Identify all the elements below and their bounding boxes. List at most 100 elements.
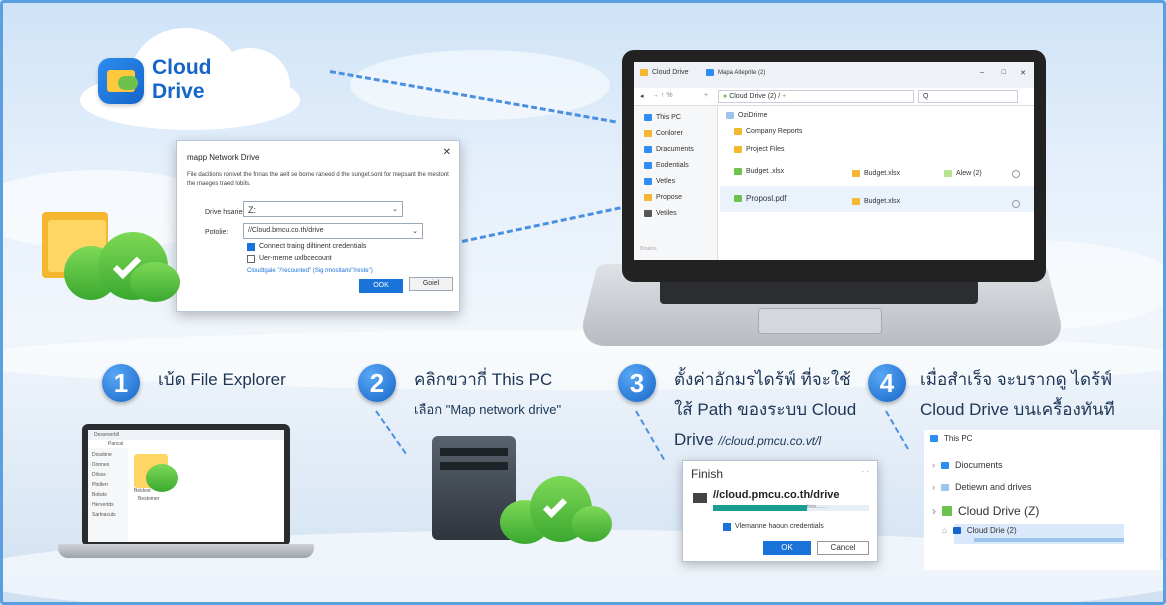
sidebar-label: This PC bbox=[656, 114, 681, 121]
search-box[interactable]: Q bbox=[918, 90, 1018, 103]
file-name: Alew (2) bbox=[956, 170, 982, 177]
credentials-checkbox[interactable] bbox=[723, 523, 731, 531]
documents-icon bbox=[941, 461, 949, 469]
small-nav-pane: Dossbne Donnes Diloss Pbdlerr Bolwts Her… bbox=[88, 448, 128, 542]
green-cloud-icon bbox=[146, 464, 178, 492]
tree-label: Cloud Drie (2) bbox=[966, 526, 1017, 535]
reconnect-checkbox[interactable] bbox=[247, 243, 255, 251]
navigation-pane: This PC Conlorer Dracuments Eodentials V… bbox=[634, 106, 718, 260]
ok-button[interactable]: OK bbox=[763, 541, 811, 555]
dialog-description: File dacitions ronivet the fnnas the ael… bbox=[187, 172, 449, 187]
tree-label: Diocuments bbox=[955, 460, 1003, 470]
list-item[interactable]: Proposl.pdf bbox=[734, 194, 786, 203]
title-bar: Cloud Drive Mapa Aiteprite (2) – □ ✕ bbox=[634, 62, 1034, 88]
flow-arrow bbox=[635, 410, 665, 460]
server-slot bbox=[440, 448, 508, 456]
folder-input[interactable]: //Cloud.bmcu.co.th/drive ⌄ bbox=[243, 223, 423, 239]
finish-dialog: Finish · · //cloud.pmcu.co.th/drive fmiv… bbox=[682, 460, 878, 562]
this-pc-panel: This PC › Diocuments › Detiewn and drives … bbox=[924, 430, 1160, 570]
sidebar-item[interactable]: Vetiles bbox=[644, 210, 677, 217]
small-item: Sarlnacuts bbox=[92, 512, 116, 518]
progress-track bbox=[713, 505, 869, 511]
connect-link[interactable]: Cloudtgale "/'recounted" (Sig rmosltam/"… bbox=[247, 268, 373, 274]
address-text: Cloud Drive (2) / bbox=[729, 93, 781, 100]
folder-icon bbox=[734, 128, 742, 135]
ok-button[interactable]: OOK bbox=[359, 279, 403, 293]
nav-buttons[interactable]: → ↑ % bbox=[652, 92, 673, 99]
sidebar-item-this-pc[interactable]: This PC bbox=[644, 114, 681, 121]
tab-label: Cloud Drive bbox=[652, 69, 689, 76]
finish-title: Finish bbox=[691, 467, 724, 481]
sidebar-label: Vetiles bbox=[656, 210, 677, 217]
folder-value: //Cloud.bmcu.co.th/drive bbox=[248, 227, 324, 234]
step-4-number: 4 bbox=[868, 364, 906, 402]
capacity-bar bbox=[974, 538, 1124, 542]
server-slot bbox=[440, 462, 508, 470]
add-tab-button[interactable]: + bbox=[704, 92, 708, 99]
sidebar-label: Eodentials bbox=[656, 162, 689, 169]
excel-icon bbox=[734, 168, 742, 175]
minimize-button[interactable]: – bbox=[980, 69, 984, 76]
status-circle bbox=[1012, 170, 1020, 178]
file-name: Project Files bbox=[746, 146, 785, 153]
drive-icon bbox=[693, 493, 707, 503]
close-button[interactable]: ✕ bbox=[1020, 69, 1026, 77]
sidebar-item[interactable]: Conlorer bbox=[644, 130, 683, 137]
status-text: Bmalos bbox=[640, 246, 657, 252]
cancel-button[interactable]: Cancel bbox=[817, 541, 869, 555]
tree-item-devices[interactable]: › Detiewn and drives bbox=[932, 482, 1032, 492]
folder-icon bbox=[640, 69, 648, 76]
list-item[interactable]: Project Files bbox=[734, 146, 785, 153]
step-3-line2: ใส้ Path ของระบบ Cloud bbox=[674, 400, 857, 419]
maximize-button[interactable]: □ bbox=[1002, 69, 1006, 76]
tab-map[interactable]: Mapa Aiteprite (2) bbox=[706, 69, 765, 76]
cancel-button[interactable]: Goiel bbox=[409, 277, 453, 291]
back-button[interactable]: ◂ bbox=[640, 92, 644, 100]
file-name: Budget..xlsx bbox=[746, 168, 785, 175]
list-item[interactable]: Alew (2) bbox=[944, 170, 982, 177]
list-item[interactable]: Company Reports bbox=[734, 128, 802, 135]
small-item: Pbdlerr bbox=[92, 482, 109, 488]
sidebar-label: Propose bbox=[656, 194, 683, 201]
small-item: Bolwts bbox=[92, 492, 107, 498]
folder-label: Potolie: bbox=[205, 229, 229, 236]
list-item[interactable]: Budget..xlsx bbox=[734, 168, 784, 175]
chevron-down-icon: ⌄ bbox=[412, 228, 418, 235]
tree-root[interactable]: OziDrirne bbox=[726, 112, 768, 119]
small-item: Diloss bbox=[92, 472, 106, 478]
file-name: Company Reports bbox=[746, 128, 803, 135]
list-item[interactable]: Budget.xlsx bbox=[852, 170, 900, 177]
step-3-line1: ตั้งค่าอักมรไดร้ฟ์ ที่จะใช้ bbox=[674, 370, 851, 389]
sidebar-item[interactable]: Propose bbox=[644, 194, 682, 201]
step-1-number: 1 bbox=[102, 364, 140, 402]
folder-icon bbox=[944, 170, 952, 177]
laptop-touchpad bbox=[758, 308, 882, 334]
address-bar[interactable]: ● Cloud Drive (2) / + bbox=[718, 90, 914, 103]
list-item[interactable]: Budget.xlsx bbox=[852, 198, 900, 205]
cloud-drive-icon: ● bbox=[723, 93, 728, 100]
step-2-line2: เลือก "Map network drive" bbox=[414, 402, 562, 417]
dialog-title: mapp Network Drive bbox=[187, 153, 260, 162]
drive-letter-select[interactable]: Z: ⌄ bbox=[243, 201, 403, 217]
step-2-number: 2 bbox=[358, 364, 396, 402]
tab-cloud-drive[interactable]: Cloud Drive bbox=[640, 69, 689, 76]
tree-item-documents[interactable]: › Diocuments bbox=[932, 460, 1003, 470]
tree-item-cloud-drive-2[interactable]: ⌂ Cloud Drie (2) bbox=[942, 526, 1017, 535]
sidebar-label: Vetles bbox=[656, 178, 676, 185]
status-circle bbox=[1012, 200, 1020, 208]
address-bar-row: ◂ → ↑ % + ● Cloud Drive (2) / + Q bbox=[634, 88, 1034, 106]
sidebar-item[interactable]: Dracuments bbox=[644, 146, 694, 153]
sidebar-item[interactable]: Vetles bbox=[644, 178, 675, 185]
credentials-checkbox[interactable] bbox=[247, 255, 255, 263]
tab-label: Mapa Aiteprite (2) bbox=[718, 69, 766, 76]
cloud-drive-logo-icon bbox=[98, 58, 144, 104]
checkbox-label: Vlemanne haoun credentials bbox=[735, 523, 824, 530]
tree-root-label: OziDrirne bbox=[738, 112, 768, 119]
tree-item-cloud-drive[interactable]: › Cloud Drive (Z) bbox=[932, 504, 1039, 518]
small-item: Hervertds bbox=[92, 502, 114, 508]
sidebar-item[interactable]: Eodentials bbox=[644, 162, 689, 169]
folder-icon bbox=[852, 170, 860, 177]
small-address-bar: Pancal bbox=[88, 440, 284, 448]
close-icon[interactable]: ✕ bbox=[443, 147, 451, 158]
small-pane-item: Bestomer bbox=[138, 496, 160, 502]
